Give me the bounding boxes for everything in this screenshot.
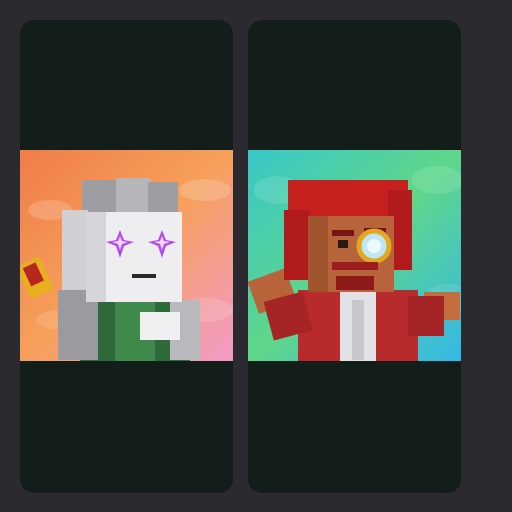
character-card-2[interactable]	[248, 20, 461, 493]
character-portrait-1	[20, 150, 233, 361]
character-portrait-2	[248, 150, 461, 361]
ghost-character-image	[20, 150, 233, 361]
character-card-1[interactable]	[20, 20, 233, 493]
monocle-character-image	[248, 150, 461, 361]
screen	[0, 0, 512, 512]
